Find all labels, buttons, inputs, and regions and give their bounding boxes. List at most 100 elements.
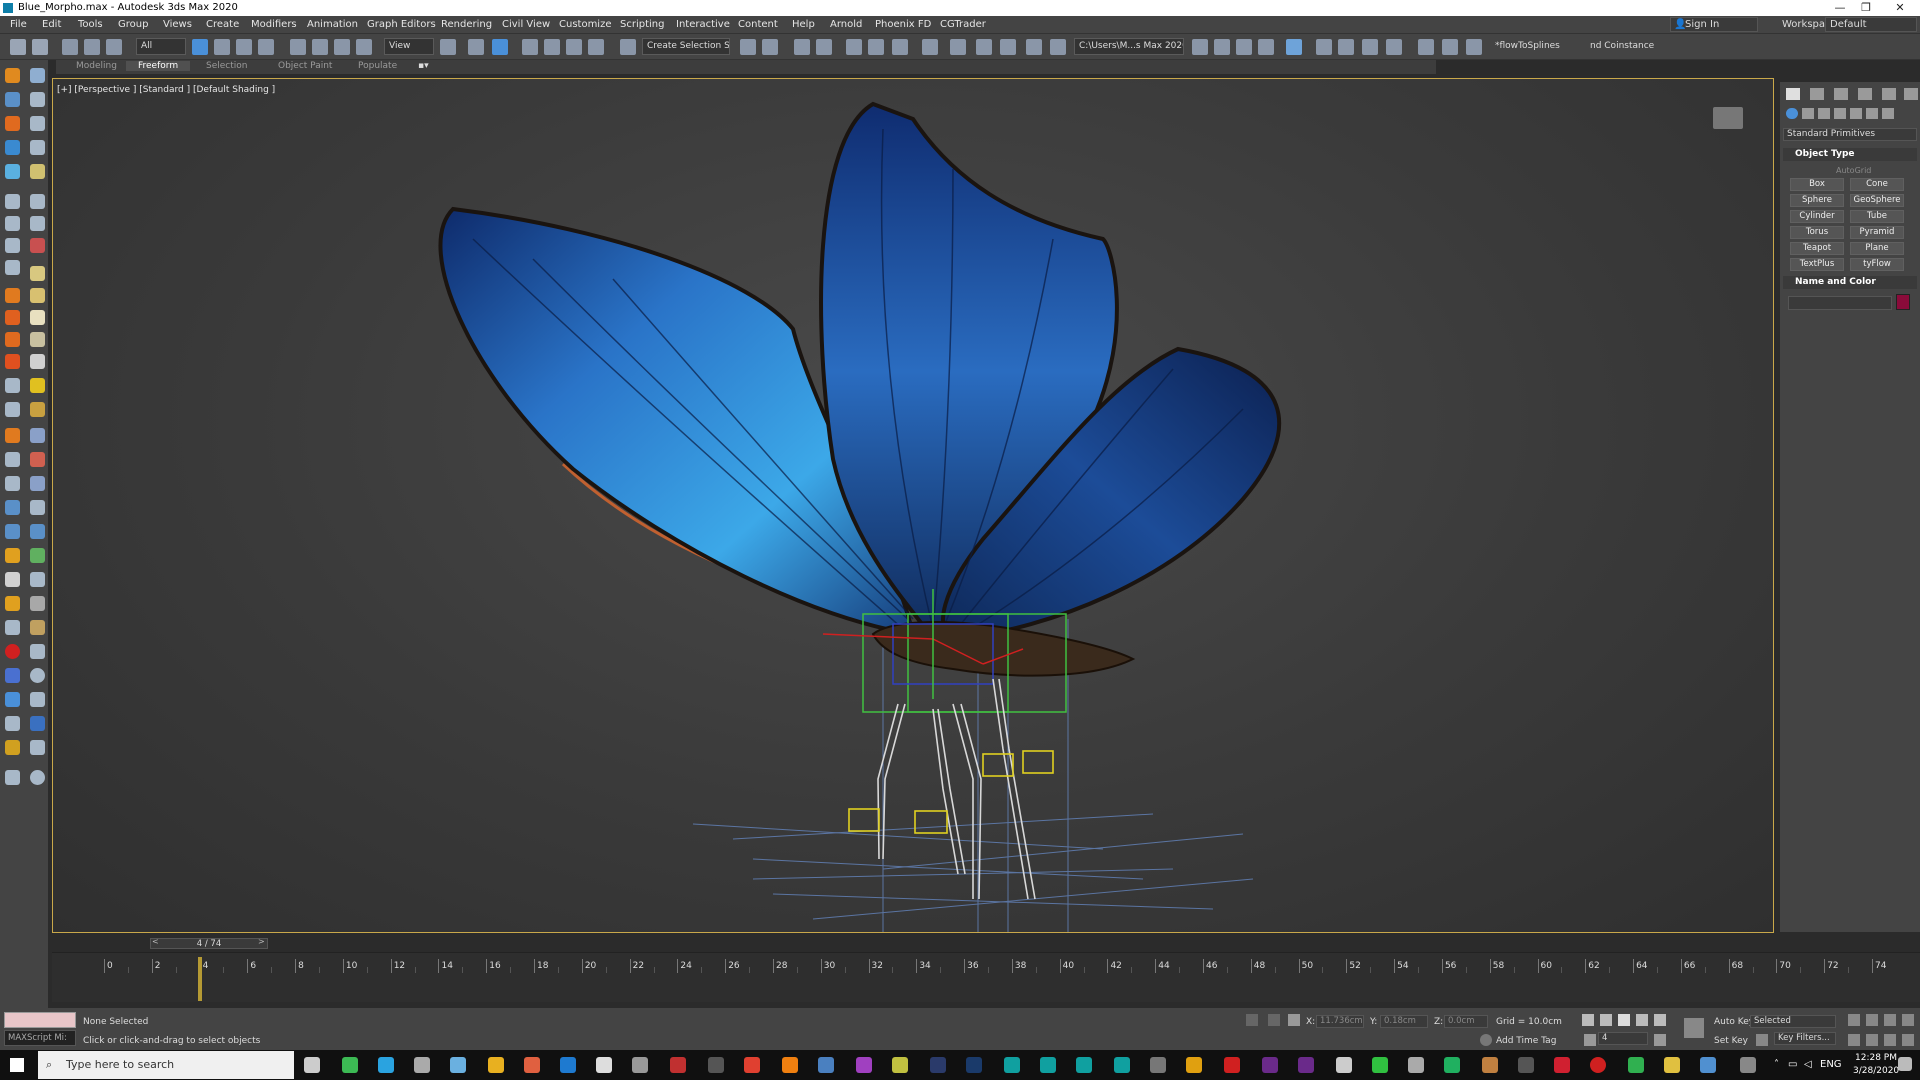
whatsapp-icon[interactable]	[1372, 1057, 1388, 1073]
script-tool-5-icon[interactable]	[1418, 39, 1434, 55]
app-icon-14[interactable]	[818, 1057, 834, 1073]
tool-icon-43[interactable]	[5, 572, 20, 587]
tool-icon-7[interactable]	[5, 140, 20, 155]
app-icon-4[interactable]	[450, 1057, 466, 1073]
add-time-tag[interactable]: Add Time Tag	[1496, 1036, 1556, 1046]
premiere-icon-1[interactable]	[1262, 1057, 1278, 1073]
render-cloud-icon[interactable]	[1050, 39, 1066, 55]
tool-icon-31[interactable]	[5, 428, 20, 443]
app-icon-35[interactable]	[1590, 1057, 1606, 1073]
time-slider-prev-icon[interactable]: <	[152, 937, 159, 946]
geosphere-button[interactable]: GeoSphere	[1850, 194, 1904, 207]
cylinder-button[interactable]: Cylinder	[1790, 210, 1844, 223]
tool-icon-55[interactable]	[5, 716, 20, 731]
tab-selection[interactable]: Selection	[206, 61, 247, 71]
render-iterative-icon[interactable]	[1026, 39, 1042, 55]
maximize-viewport-icon[interactable]	[1902, 1034, 1914, 1046]
maxscript-listener-field[interactable]	[4, 1012, 76, 1028]
edit-named-selection-icon[interactable]	[620, 39, 636, 55]
menu-tools[interactable]: Tools	[78, 19, 103, 30]
store-icon[interactable]	[596, 1057, 612, 1073]
tool-icon-58[interactable]	[30, 740, 45, 755]
hierarchy-tab-icon[interactable]	[1834, 88, 1848, 100]
link-icon[interactable]	[62, 39, 78, 55]
taskbar-clock[interactable]: 12:28 PM	[1855, 1053, 1897, 1063]
tool-icon-5[interactable]	[5, 116, 20, 131]
tool-icon-47[interactable]	[5, 620, 20, 635]
tool-icon-46[interactable]	[30, 596, 45, 611]
play-animation-icon[interactable]	[1618, 1014, 1630, 1026]
script-tool-2-icon[interactable]	[1338, 39, 1354, 55]
place-icon[interactable]	[356, 39, 372, 55]
menu-modifiers[interactable]: Modifiers	[251, 19, 297, 30]
tool-icon-51[interactable]	[5, 668, 20, 683]
maxscript-mini-listener[interactable]: MAXScript Mi:	[4, 1030, 76, 1046]
perspective-viewport[interactable]: [+] [Perspective ] [Standard ] [Default …	[52, 78, 1774, 933]
tool-icon-16[interactable]	[30, 238, 45, 253]
keyboard-language[interactable]: ENG	[1820, 1059, 1842, 1070]
timeline-playhead[interactable]	[197, 957, 202, 1001]
tool-icon-37[interactable]	[5, 500, 20, 515]
key-filters-button[interactable]: Key Filters...	[1774, 1032, 1836, 1045]
tab-freeform[interactable]: Freeform	[126, 61, 191, 71]
file-explorer-icon[interactable]	[1664, 1057, 1680, 1073]
geometry-icon[interactable]	[1786, 108, 1798, 119]
network-icon[interactable]	[1740, 1057, 1756, 1073]
rectangular-selection-icon[interactable]	[236, 39, 252, 55]
tool-icon-48[interactable]	[30, 620, 45, 635]
tool-icon-10[interactable]	[30, 164, 45, 179]
menu-civil-view[interactable]: Civil View	[502, 19, 550, 30]
selection-filter-dropdown[interactable]: All	[136, 38, 186, 55]
menu-customize[interactable]: Customize	[559, 19, 612, 30]
absolute-mode-icon[interactable]	[1288, 1014, 1300, 1026]
material-editor-icon[interactable]	[922, 39, 938, 55]
redo-icon[interactable]	[32, 39, 48, 55]
app-icon-33[interactable]	[1518, 1057, 1534, 1073]
photoshop-icon[interactable]	[966, 1057, 982, 1073]
app-icon-24[interactable]	[1186, 1057, 1202, 1073]
scale-icon[interactable]	[334, 39, 350, 55]
unlink-icon[interactable]	[84, 39, 100, 55]
chrome-icon-1[interactable]	[342, 1057, 358, 1073]
set-keys-big-icon[interactable]	[1684, 1018, 1704, 1038]
premiere-icon-2[interactable]	[1298, 1057, 1314, 1073]
vlc-icon[interactable]	[782, 1057, 798, 1073]
project-set-icon[interactable]	[1214, 39, 1230, 55]
time-slider[interactable]: 4 / 74	[150, 938, 268, 949]
keyboard-shortcut-override-icon[interactable]	[492, 39, 508, 55]
task-view-icon[interactable]	[304, 1057, 320, 1073]
box-button[interactable]: Box	[1790, 178, 1844, 191]
tool-icon-22[interactable]	[30, 310, 45, 325]
move-icon[interactable]	[290, 39, 306, 55]
time-configuration-icon[interactable]	[1654, 1034, 1666, 1046]
go-to-end-icon[interactable]	[1654, 1014, 1666, 1026]
named-selection-dropdown[interactable]: Create Selection Se	[642, 38, 730, 55]
isolate-selection-icon[interactable]	[1246, 1014, 1258, 1026]
tyflow-button[interactable]: tyFlow	[1850, 258, 1904, 271]
menu-scripting[interactable]: Scripting	[620, 19, 664, 30]
modify-tab-icon[interactable]	[1810, 88, 1824, 100]
app-icon-28[interactable]	[1336, 1057, 1352, 1073]
menu-edit[interactable]: Edit	[42, 19, 61, 30]
script-button-coinstance[interactable]: nd Coinstance	[1590, 41, 1654, 51]
reference-coordinate-dropdown[interactable]: View	[384, 38, 434, 55]
systems-icon[interactable]	[1882, 108, 1894, 119]
app-icon-23[interactable]	[1150, 1057, 1166, 1073]
spinner-snap-icon[interactable]	[588, 39, 604, 55]
tray-chevron-icon[interactable]: ˄	[1774, 1059, 1779, 1070]
tool-icon-53[interactable]	[5, 692, 20, 707]
plane-button[interactable]: Plane	[1850, 242, 1904, 255]
pivot-center-icon[interactable]	[440, 39, 456, 55]
app-icon-15[interactable]	[856, 1057, 872, 1073]
window-crossing-icon[interactable]	[258, 39, 274, 55]
helpers-icon[interactable]	[1850, 108, 1862, 119]
viewport-layout-icon[interactable]	[1286, 39, 1302, 55]
schematic-view-icon[interactable]	[892, 39, 908, 55]
snaps-toggle-icon[interactable]	[522, 39, 538, 55]
tool-icon-27[interactable]	[5, 378, 20, 393]
torus-button[interactable]: Torus	[1790, 226, 1844, 239]
project-save-icon[interactable]	[1258, 39, 1274, 55]
ribbon-toggle-icon[interactable]	[846, 39, 862, 55]
scene-explorer-icon[interactable]	[794, 39, 810, 55]
object-type-rollout[interactable]: Object Type	[1783, 148, 1917, 161]
